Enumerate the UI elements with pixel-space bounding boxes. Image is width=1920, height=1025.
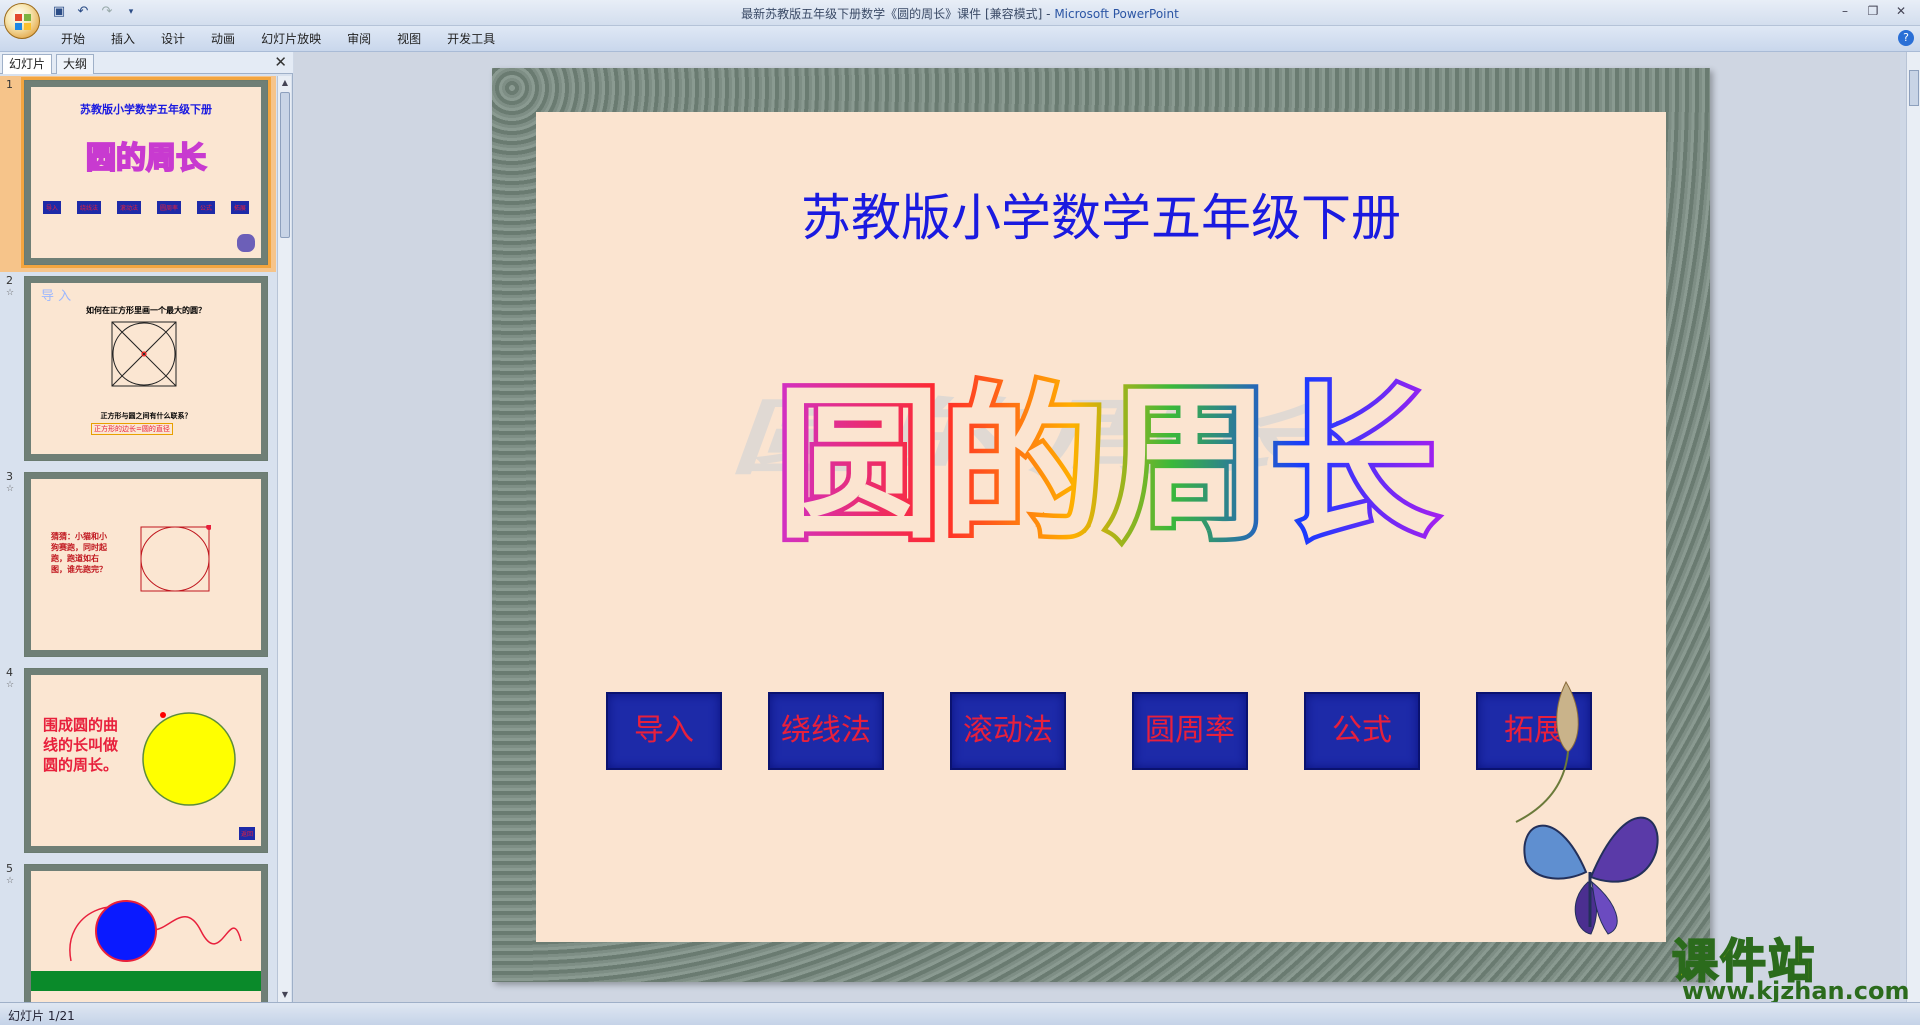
watermark-url: www.kjzhan.com <box>1682 977 1910 1005</box>
thumbnail-text: 猜猜：小猫和小狗赛跑，同时起跑，跑道如右图，谁先跑完？ <box>51 532 107 574</box>
animation-star-icon: ☆ <box>6 484 15 494</box>
window-controls: – ❐ ✕ <box>1832 2 1914 20</box>
thumbnail-question: 如何在正方形里画一个最大的圆？ <box>86 306 206 315</box>
thumbnail-answer: 正方形的边长=圆的直径 <box>91 423 173 435</box>
window-title: 最新苏教版五年级下册数学《圆的周长》课件 [兼容模式] - Microsoft … <box>0 5 1920 22</box>
main-scrollbar[interactable] <box>1906 52 1920 1002</box>
ribbon-tabs: 开始 插入 设计 动画 幻灯片放映 审阅 视图 开发工具 ? <box>0 26 1920 52</box>
document-title: 最新苏教版五年级下册数学《圆的周长》课件 [兼容模式] - <box>741 7 1055 21</box>
thumbnail-item[interactable]: 1 苏教版小学数学五年级下册 圆的周长 导入 绕线法 滚动法 圆周率 公式 拓展 <box>0 76 276 272</box>
scroll-down-icon[interactable]: ▼ <box>278 988 292 1002</box>
scroll-up-icon[interactable]: ▲ <box>278 76 292 90</box>
butterfly-flower-icon <box>1515 680 1659 935</box>
thumbnail-slide-1[interactable]: 苏教版小学数学五年级下册 圆的周长 导入 绕线法 滚动法 圆周率 公式 拓展 <box>21 77 271 268</box>
thumbnail-button: 公式 <box>196 201 215 214</box>
thumbnail-back-button: 返回 <box>238 827 255 840</box>
thumbnail-number: 3 <box>6 470 13 483</box>
nav-button-formula[interactable]: 公式 <box>1304 692 1420 770</box>
office-logo-icon <box>15 14 31 30</box>
animation-star-icon: ☆ <box>6 876 15 886</box>
slide-title[interactable]: 苏教版小学数学五年级下册 <box>536 178 1666 250</box>
nav-button-intro[interactable]: 导入 <box>606 692 722 770</box>
track-diagram <box>140 525 211 592</box>
thumbnail-button: 绕线法 <box>76 201 101 214</box>
thumbnail-slide-4[interactable]: 围成圆的曲线的长叫做圆的周长。 返回 <box>24 668 268 853</box>
tab-slideshow[interactable]: 幻灯片放映 <box>248 31 334 47</box>
rolling-circle-diagram <box>31 900 261 991</box>
scrollbar-thumb[interactable] <box>280 92 290 238</box>
thumbnail-heading: 导 入 <box>41 289 72 304</box>
office-button[interactable] <box>4 3 40 39</box>
scrollbar-thumb[interactable] <box>1909 70 1919 106</box>
thumbnail-button: 圆周率 <box>156 201 181 214</box>
tab-slides[interactable]: 幻灯片 <box>2 54 53 74</box>
thumbnail-item[interactable]: 5 ☆ <box>0 860 276 1002</box>
thumbnail-title: 苏教版小学数学五年级下册 <box>80 103 212 116</box>
thumbnail-slide-5[interactable] <box>24 864 268 1002</box>
pane-tabs: 幻灯片 大纲 ✕ <box>0 52 293 74</box>
tab-insert[interactable]: 插入 <box>98 31 148 47</box>
big-title-wordart[interactable]: 圆的周长 圆的周长 <box>696 352 1516 553</box>
thumbnail-button: 导入 <box>43 201 62 214</box>
thumbnail-button: 滚动法 <box>116 201 141 214</box>
thumbnail-number: 2 <box>6 274 13 287</box>
tab-developer[interactable]: 开发工具 <box>434 31 508 47</box>
slide-counter: 幻灯片 1/21 <box>8 1009 75 1023</box>
wordart-text: 圆的周长 <box>776 369 1436 552</box>
animation-star-icon: ☆ <box>6 288 15 298</box>
thumbnail-list: 1 苏教版小学数学五年级下册 圆的周长 导入 绕线法 滚动法 圆周率 公式 拓展 <box>0 76 276 1002</box>
thumbnail-item[interactable]: 3 ☆ 猜猜：小猫和小狗赛跑，同时起跑，跑道如右图，谁先跑完？ <box>0 468 276 664</box>
nav-button-pi[interactable]: 圆周率 <box>1132 692 1248 770</box>
watermark: 课件站 www.kjzhan.com <box>1671 925 1912 1005</box>
restore-icon[interactable]: ❐ <box>1860 2 1886 20</box>
thumbnail-item[interactable]: 4 ☆ 围成圆的曲线的长叫做圆的周长。 返回 <box>0 664 276 860</box>
thumbnail-text: 围成圆的曲线的长叫做圆的周长。 <box>43 716 119 774</box>
thumbnail-item[interactable]: 2 ☆ 导 入 如何在正方形里画一个最大的圆？ 正方形与圆之间有什么联系？ 正方… <box>0 272 276 468</box>
thumbnail-big-title: 圆的周长 <box>85 140 207 177</box>
thumbnail-slide-2[interactable]: 导 入 如何在正方形里画一个最大的圆？ 正方形与圆之间有什么联系？ 正方形的边长… <box>24 276 268 461</box>
close-pane-icon[interactable]: ✕ <box>274 53 287 71</box>
title-bar: ▣ ↶ ↷ ▾ 最新苏教版五年级下册数学《圆的周长》课件 [兼容模式] - Mi… <box>0 0 1920 26</box>
thumbnail-button: 拓展 <box>230 201 249 214</box>
tab-design[interactable]: 设计 <box>148 31 198 47</box>
thumbnail-scrollbar[interactable]: ▲ ▼ <box>277 76 291 1002</box>
thumbnail-question-2: 正方形与圆之间有什么联系？ <box>100 412 192 420</box>
help-icon[interactable]: ? <box>1898 30 1914 46</box>
thumbnail-number: 4 <box>6 666 13 679</box>
square-circle-diagram <box>111 321 177 387</box>
animation-star-icon: ☆ <box>6 680 15 690</box>
slides-pane: 幻灯片 大纲 ✕ 1 苏教版小学数学五年级下册 圆的周长 导入 绕线法 滚动法 … <box>0 52 293 1002</box>
close-icon[interactable]: ✕ <box>1888 2 1914 20</box>
tab-view[interactable]: 视图 <box>384 31 434 47</box>
status-bar: 幻灯片 1/21 <box>0 1002 1920 1025</box>
tab-outline[interactable]: 大纲 <box>56 54 95 74</box>
nav-button-rolling-method[interactable]: 滚动法 <box>950 692 1066 770</box>
butterfly-icon <box>237 234 255 252</box>
nav-button-string-method[interactable]: 绕线法 <box>768 692 884 770</box>
slide-content: 苏教版小学数学五年级下册 圆的周长 圆的周长 导入 绕线法 滚动法 圆周率 公式… <box>536 112 1666 942</box>
thumbnail-number: 1 <box>6 78 13 91</box>
tab-animations[interactable]: 动画 <box>198 31 248 47</box>
app-name: Microsoft PowerPoint <box>1054 7 1179 21</box>
thumbnail-number: 5 <box>6 862 13 875</box>
tab-review[interactable]: 审阅 <box>334 31 384 47</box>
circle-diagram <box>142 712 236 806</box>
slide-canvas[interactable]: 苏教版小学数学五年级下册 圆的周长 圆的周长 导入 绕线法 滚动法 圆周率 公式… <box>492 68 1710 982</box>
thumbnail-slide-3[interactable]: 猜猜：小猫和小狗赛跑，同时起跑，跑道如右图，谁先跑完？ <box>24 472 268 657</box>
minimize-icon[interactable]: – <box>1832 2 1858 20</box>
tab-home[interactable]: 开始 <box>48 31 98 47</box>
